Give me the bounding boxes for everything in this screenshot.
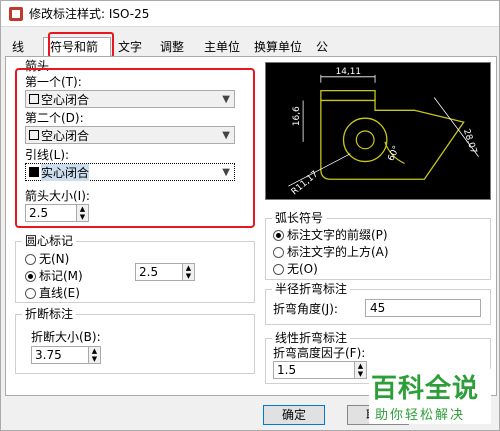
watermark-logo: 百科全说 助你轻松解决 — [369, 368, 491, 424]
arc-above-label: 标注文字的上方(A) — [287, 245, 389, 259]
arc-prefix-radio[interactable]: 标注文字的前缀(P) — [273, 228, 388, 242]
linear-jog-title: 线性折弯标注 — [272, 331, 351, 345]
dimension-style-dialog: 修改标注样式: ISO-25 线 符号和箭头 文字 调整 主单位 换算单位 公差… — [0, 0, 500, 431]
tab-tolerances[interactable]: 公差 — [309, 37, 345, 73]
app-icon — [9, 6, 23, 21]
jog-factor-value: 1.5 — [277, 363, 297, 377]
arc-none-label: 无(O) — [287, 262, 318, 276]
radio-icon — [273, 246, 284, 258]
radio-selected-icon — [25, 270, 36, 282]
arc-prefix-label: 标注文字的前缀(P) — [287, 228, 388, 242]
spinner-icon[interactable]: ▲ ▼ — [88, 347, 100, 363]
center-mark-label: 标记(M) — [39, 269, 83, 283]
center-marks-title: 圆心标记 — [22, 234, 77, 248]
watermark-sub-text: 助你轻松解决 — [375, 408, 466, 423]
center-none-label: 无(N) — [39, 252, 70, 266]
ok-button[interactable]: 确定 — [263, 405, 325, 425]
break-size-input[interactable]: 3.75 ▲ ▼ — [31, 346, 101, 364]
break-size-label: 折断大小(B): — [31, 330, 101, 344]
dimension-preview: 14,11 16,6 28,07 60° R11,17 — [265, 62, 491, 200]
spinner-icon[interactable]: ▲ ▼ — [354, 362, 366, 378]
arc-above-radio[interactable]: 标注文字的上方(A) — [273, 245, 389, 259]
dim-break-title: 折断标注 — [22, 307, 77, 321]
tab-lines[interactable]: 线 — [5, 37, 43, 57]
center-mark-size-input[interactable]: 2.5 ▲ ▼ — [135, 263, 195, 281]
break-size-value: 3.75 — [35, 348, 62, 362]
jog-angle-value: 45 — [370, 301, 386, 315]
preview-part-outline — [320, 99, 465, 180]
radius-jog-title: 半径折弯标注 — [272, 282, 351, 296]
radio-icon — [25, 253, 36, 265]
preview-dim-right: 28,07 — [461, 128, 478, 155]
preview-dim-top: 14,11 — [336, 67, 361, 77]
arc-none-radio[interactable]: 无(O) — [273, 262, 318, 276]
radio-selected-icon — [273, 229, 284, 241]
preview-dim-angle: 60° — [386, 144, 402, 162]
jog-factor-label: 折弯高度因子(F): — [273, 346, 366, 360]
jog-factor-input[interactable]: 1.5 ▲ ▼ — [273, 361, 367, 379]
center-none-radio[interactable]: 无(N) — [25, 252, 69, 266]
center-line-label: 直线(E) — [39, 286, 80, 300]
preview-circle — [342, 117, 388, 163]
tab-alternate-units[interactable]: 换算单位 — [247, 37, 309, 57]
watermark-main-text: 百科全说 — [371, 374, 480, 404]
tab-primary-units[interactable]: 主单位 — [197, 37, 247, 57]
tab-text[interactable]: 文字 — [111, 37, 153, 57]
jog-angle-input[interactable]: 45 — [365, 299, 481, 317]
center-line-radio[interactable]: 直线(E) — [25, 286, 80, 300]
title-bar: 修改标注样式: ISO-25 — [1, 1, 499, 27]
arc-length-title: 弧长符号 — [272, 211, 327, 225]
arrowheads-highlight-marker — [15, 68, 255, 228]
jog-angle-label: 折弯角度(J): — [273, 302, 338, 316]
dim-break-group: 折断标注 — [15, 307, 255, 374]
tab-fit[interactable]: 调整 — [153, 37, 197, 57]
tab-highlight-marker — [48, 32, 114, 58]
center-mark-radio[interactable]: 标记(M) — [25, 269, 83, 283]
preview-dim-left: 16,6 — [292, 106, 302, 126]
radio-icon — [25, 287, 36, 299]
radio-icon — [273, 263, 284, 275]
spinner-icon[interactable]: ▲ ▼ — [182, 264, 194, 280]
center-mark-size-value: 2.5 — [139, 265, 159, 279]
window-title: 修改标注样式: ISO-25 — [29, 7, 150, 21]
